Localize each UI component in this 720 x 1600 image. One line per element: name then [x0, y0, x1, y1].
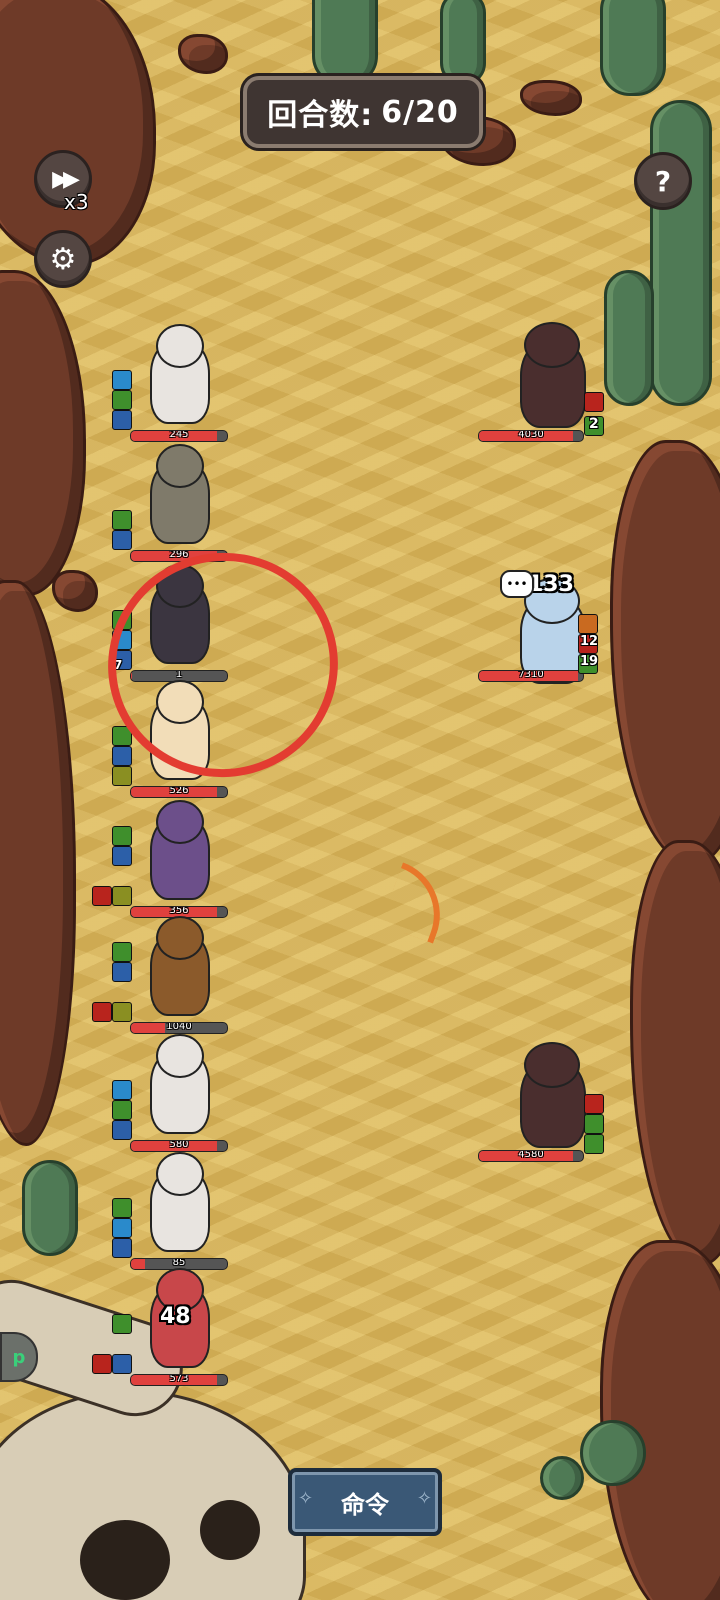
fast-forward-icon: ▶▶	[52, 166, 80, 192]
ally-unit[interactable]: 245	[0, 324, 260, 450]
damage-number: 48	[160, 1304, 191, 1329]
enemy-unit[interactable]: 7310 133 12 19	[470, 572, 650, 716]
yellow-status-icon	[112, 886, 132, 906]
horned-demon-head	[524, 322, 580, 368]
ice-status-icon	[112, 1080, 132, 1100]
blue-status-icon	[112, 1354, 132, 1374]
help-icon: ?	[654, 164, 672, 198]
stack-count: 12	[580, 634, 599, 649]
speed-multiplier: x3	[64, 190, 89, 214]
hp-value: 573	[169, 1374, 189, 1384]
blue-status-icon	[112, 746, 132, 766]
hooded-necromancer-head	[156, 800, 204, 844]
hp-value: 526	[169, 786, 189, 796]
yellow-status-icon	[112, 766, 132, 786]
enemy-unit[interactable]: 4580	[470, 1042, 650, 1180]
status-icon	[584, 1134, 604, 1154]
ally-unit[interactable]: 48 573	[0, 1268, 260, 1394]
ornament-icon: ✧	[298, 1488, 314, 1509]
cactus	[540, 1456, 584, 1500]
ice-status-icon	[112, 1218, 132, 1238]
small-rock	[178, 34, 228, 74]
small-rock	[520, 80, 582, 116]
ornament-icon: ✧	[416, 1488, 432, 1509]
skeleton-warrior-head	[156, 324, 204, 368]
hp-value: 85	[172, 1258, 186, 1268]
hp-value: 7310	[518, 670, 544, 680]
hp-bar: 4580	[478, 1150, 584, 1162]
green-status-icon	[112, 1100, 132, 1120]
hp-bar: 580	[130, 1140, 228, 1152]
red-status-icon	[92, 1354, 112, 1374]
hp-bar: 1040	[130, 1022, 228, 1034]
green-status-icon	[112, 1198, 132, 1218]
ally-unit[interactable]: 580	[0, 1034, 260, 1160]
round-counter: 回合数: 6/20	[243, 76, 483, 148]
green-status-icon	[112, 826, 132, 846]
stack-count: 19	[580, 654, 599, 669]
settings-button[interactable]: ⚙	[34, 230, 92, 288]
horned-demon-2-head	[524, 1042, 580, 1088]
damage-number: 133	[528, 572, 574, 597]
hp-bar: 4030	[478, 430, 584, 442]
hp-value: 4580	[518, 1150, 544, 1160]
yellow-status-icon	[112, 1002, 132, 1022]
blue-status-icon	[112, 530, 132, 550]
skeleton-warrior-3-head	[156, 1152, 204, 1196]
fire-status-icon	[584, 392, 604, 412]
hp-value: 580	[169, 1140, 189, 1150]
enemy-unit[interactable]: 4030 2	[470, 322, 650, 460]
red-status-icon	[92, 1002, 112, 1022]
help-button[interactable]: ?	[634, 152, 692, 210]
blue-status-icon	[112, 410, 132, 430]
cactus	[312, 0, 378, 86]
hp-bar: 7310	[478, 670, 584, 682]
blue-status-icon	[112, 1120, 132, 1140]
status-count: 2	[589, 416, 599, 432]
gear-icon: ⚙	[49, 241, 77, 277]
green-status-icon	[112, 510, 132, 530]
cliff-rock	[0, 0, 156, 266]
brown-haired-fighter-head	[156, 916, 204, 960]
ally-unit[interactable]: 356	[0, 800, 260, 926]
cactus	[580, 1420, 646, 1486]
green-status-icon	[112, 390, 132, 410]
skeleton-warrior-2-head	[156, 1034, 204, 1078]
red-status-icon	[92, 886, 112, 906]
fire-projectile	[380, 862, 456, 944]
ally-unit[interactable]: 85	[0, 1152, 260, 1278]
green-status-icon	[112, 942, 132, 962]
round-value: 6/20	[381, 94, 459, 130]
skull-eye	[80, 1520, 170, 1600]
blue-status-icon	[112, 846, 132, 866]
command-label: 命令	[341, 1490, 389, 1519]
command-button[interactable]: ✧ 命令 ✧	[288, 1468, 442, 1536]
cactus	[440, 0, 486, 86]
status-icon	[584, 1094, 604, 1114]
hp-bar: 526	[130, 786, 228, 798]
armored-knight-head	[156, 444, 204, 488]
cactus	[600, 0, 666, 96]
burn-status-icon	[578, 614, 598, 634]
blue-status-icon	[112, 962, 132, 982]
hp-value: 356	[169, 906, 189, 916]
hp-bar: 245	[130, 430, 228, 442]
ally-unit[interactable]: 1040	[0, 916, 260, 1042]
hp-value: 4030	[518, 430, 544, 440]
skull-eye	[200, 1500, 260, 1560]
cactus	[650, 100, 712, 406]
blue-status-icon	[112, 1238, 132, 1258]
hp-value: 1040	[166, 1022, 192, 1032]
hp-value: 245	[169, 430, 189, 440]
green-status-icon	[112, 1314, 132, 1334]
hp-bar: 573	[130, 1374, 228, 1386]
speech-bubble-icon: •••	[500, 570, 534, 598]
status-icon	[584, 1114, 604, 1134]
round-label: 回合数:	[267, 98, 374, 133]
ice-status-icon	[112, 370, 132, 390]
